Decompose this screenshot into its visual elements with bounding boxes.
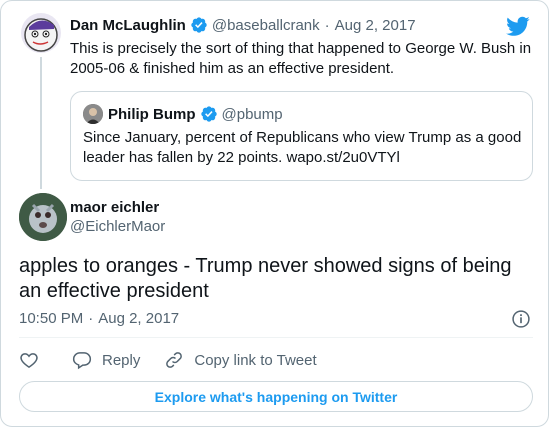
quoted-tweet[interactable]: Philip Bump @pbump Since January, percen… (70, 91, 533, 181)
main-tweet-text: apples to oranges - Trump never showed s… (19, 255, 512, 302)
quoted-tweet-text: Since January, percent of Republicans wh… (83, 129, 522, 166)
copy-link-label[interactable]: Copy link to Tweet (194, 352, 316, 369)
info-icon[interactable] (511, 309, 531, 329)
parent-tweet-date[interactable]: Aug 2, 2017 (335, 17, 416, 34)
parent-author-name[interactable]: Dan McLaughlin (70, 17, 186, 34)
tweet-time[interactable]: 10:50 PM (19, 309, 83, 329)
quoted-author-handle: @pbump (221, 105, 283, 123)
main-author-handle[interactable]: @EichlerMaor (70, 217, 165, 237)
divider (19, 337, 533, 338)
explore-twitter-button[interactable]: Explore what's happening on Twitter (19, 381, 533, 412)
link-icon (166, 352, 183, 368)
parent-tweet-header: Dan McLaughlin @baseballcrank · Aug 2, 2… (70, 15, 416, 35)
tweet-actions: Reply Copy link to Tweet (19, 347, 317, 373)
twitter-bird-icon[interactable] (506, 14, 530, 38)
thread-connector-line (40, 57, 42, 189)
reply-label[interactable]: Reply (102, 352, 140, 369)
reply-button[interactable]: Reply (72, 350, 140, 370)
verified-badge-icon (191, 17, 207, 33)
parent-author-handle[interactable]: @baseballcrank (212, 17, 320, 34)
embedded-tweet-card: Dan McLaughlin @baseballcrank · Aug 2, 2… (0, 0, 549, 427)
separator-dot: · (88, 310, 94, 327)
like-button[interactable] (19, 350, 39, 370)
main-author-name[interactable]: maor eichler (70, 198, 159, 218)
quoted-avatar (83, 104, 103, 124)
parent-tweet-text: This is precisely the sort of thing that… (70, 40, 532, 77)
reply-bubble-icon (72, 352, 92, 370)
quoted-author-name: Philip Bump (108, 105, 196, 123)
heart-icon (20, 353, 38, 368)
tweet-date[interactable]: Aug 2, 2017 (98, 309, 179, 329)
copy-link-button[interactable]: Copy link to Tweet (164, 350, 317, 370)
parent-avatar[interactable] (21, 13, 61, 53)
main-avatar[interactable] (19, 193, 67, 241)
separator-dot: · (324, 16, 330, 34)
quoted-tweet-header: Philip Bump @pbump (108, 104, 283, 124)
tweet-timestamp[interactable]: 10:50 PM · Aug 2, 2017 (19, 309, 179, 329)
verified-badge-icon (200, 106, 217, 122)
